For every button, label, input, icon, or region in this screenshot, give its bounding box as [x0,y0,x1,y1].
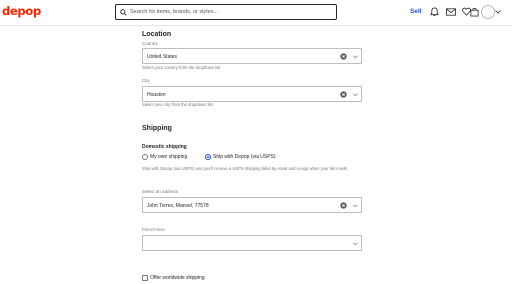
address-value: John Torres, Manvel, 77578 [147,203,209,209]
search-icon [120,8,127,16]
mail-icon[interactable] [446,8,456,16]
search-bar[interactable] [115,4,337,20]
city-label: City [142,78,150,83]
country-hint: Select your country from the dropdown li… [142,65,221,70]
clear-icon[interactable] [340,91,347,98]
shipping-heading: Shipping [142,125,172,132]
country-value: United States [147,54,178,60]
worldwide-shipping-label[interactable]: Offer worldwide shipping [150,275,205,281]
clear-icon[interactable] [340,202,347,209]
country-label: Country [142,41,158,46]
chevron-down-icon[interactable] [353,204,358,208]
depop-logo[interactable]: depop [2,4,41,18]
bag-icon[interactable] [470,7,479,17]
city-hint: Select your city from the dropdown list [142,102,213,107]
sell-button[interactable]: Sell [410,8,422,15]
city-value: Houston [147,92,166,98]
country-select[interactable]: United States [142,48,362,64]
worldwide-shipping-checkbox[interactable] [142,275,148,281]
bell-icon[interactable] [430,7,439,17]
clear-icon[interactable] [340,53,347,60]
address-select[interactable]: John Torres, Manvel, 77578 [142,197,362,213]
chevron-down-icon[interactable] [495,10,501,14]
shipping-description: Ship with Depop (via USPS) and you'll re… [142,166,348,171]
chevron-down-icon[interactable] [353,55,358,59]
chevron-down-icon[interactable] [353,242,358,246]
domestic-shipping-heading: Domestic shipping [142,144,187,150]
search-input[interactable] [130,9,320,15]
avatar[interactable] [481,5,495,19]
own-shipping-label[interactable]: My own shipping [150,154,187,160]
city-select[interactable]: Houston [142,86,362,102]
top-nav: depop Sell [0,0,512,26]
ship-with-depop-label[interactable]: Ship with Depop (via USPS) [213,154,276,160]
parcel-size-label: Parcel Size [142,227,165,232]
radio-ship-with-depop[interactable] [205,154,211,160]
address-label: Select an address [142,189,179,194]
location-heading: Location [142,31,172,38]
parcel-size-select[interactable] [142,235,362,251]
radio-own-shipping[interactable] [142,154,148,160]
chevron-down-icon[interactable] [353,93,358,97]
